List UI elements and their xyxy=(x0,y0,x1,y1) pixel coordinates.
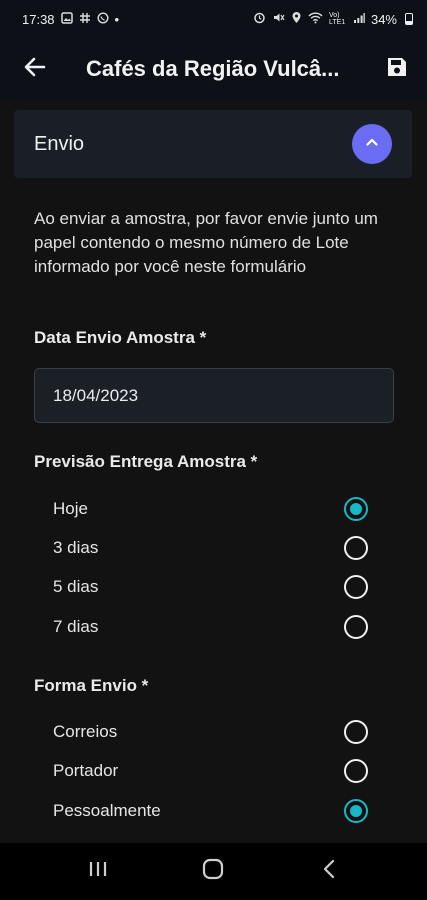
radio-button[interactable] xyxy=(344,536,368,560)
radio-button[interactable] xyxy=(344,720,368,744)
radio-label: Correios xyxy=(53,722,118,741)
date-field-label: Data Envio Amostra * xyxy=(34,328,207,347)
recents-button[interactable] xyxy=(68,843,128,900)
radio-option-correios[interactable]: Correios xyxy=(34,713,394,751)
radio-label: Pessoalmente xyxy=(53,801,161,820)
home-icon xyxy=(201,857,225,886)
whatsapp-icon xyxy=(97,11,109,27)
instructions-text: Ao enviar a amostra, por favor envie jun… xyxy=(34,209,378,276)
signal-icon xyxy=(353,12,365,27)
radio-label: 3 dias xyxy=(53,538,99,557)
home-button[interactable] xyxy=(183,843,243,900)
signal-label: Vo) LTE1 xyxy=(328,12,346,26)
section-header[interactable]: Envio xyxy=(14,110,412,178)
status-time: 17:38 xyxy=(22,11,55,27)
radio-button[interactable] xyxy=(344,759,368,783)
chevron-up-icon xyxy=(364,134,380,155)
nav-back-button[interactable] xyxy=(299,843,359,900)
mute-icon xyxy=(272,11,285,27)
form-content[interactable]: Envio Ao enviar a amostra, por favor env… xyxy=(0,100,427,843)
battery-percent: 34% xyxy=(370,11,397,27)
radio-option-5-dias[interactable]: 5 dias xyxy=(34,568,394,606)
collapse-button[interactable] xyxy=(352,124,392,164)
wifi-icon xyxy=(308,11,323,27)
radio-label: 5 dias xyxy=(53,577,99,596)
status-dot: • xyxy=(114,11,120,27)
status-left: 17:38 • xyxy=(22,12,253,27)
save-icon xyxy=(385,55,409,84)
radio-option-7-dias[interactable]: 7 dias xyxy=(34,608,394,646)
radio-label: 7 dias xyxy=(53,617,99,636)
radio-label: Portador xyxy=(53,761,119,780)
status-right: Vo) LTE1 34% xyxy=(253,11,413,27)
radio-button-checked[interactable] xyxy=(344,497,368,521)
radio-option-pessoalmente[interactable]: Pessoalmente xyxy=(34,792,394,830)
radio-option-3-dias[interactable]: 3 dias xyxy=(34,529,394,567)
app-bar: Cafés da Região Vulcâ... xyxy=(0,38,427,100)
radio-option-portador[interactable]: Portador xyxy=(34,752,394,790)
date-input[interactable]: 18/04/2023 xyxy=(34,368,394,423)
radio-option-hoje[interactable]: Hoje xyxy=(34,490,394,528)
hashtag-icon xyxy=(79,12,91,27)
forecast-field-label: Previsão Entrega Amostra * xyxy=(34,452,258,471)
radio-button[interactable] xyxy=(344,575,368,599)
date-value: 18/04/2023 xyxy=(53,385,139,405)
recents-icon xyxy=(87,860,109,883)
alarm-icon xyxy=(253,11,266,27)
shipping-field-label: Forma Envio * xyxy=(34,676,149,695)
arrow-left-icon xyxy=(24,56,46,83)
back-icon xyxy=(321,858,337,885)
status-bar: 17:38 • Vo) LTE1 34% xyxy=(0,0,427,38)
system-nav-bar xyxy=(0,843,427,900)
section-title: Envio xyxy=(34,132,85,155)
battery-icon xyxy=(405,13,413,25)
gallery-icon xyxy=(60,11,73,27)
page-title: Cafés da Região Vulcâ... xyxy=(86,56,340,81)
save-button[interactable] xyxy=(367,38,427,100)
radio-button-checked[interactable] xyxy=(344,799,368,823)
back-button[interactable] xyxy=(0,38,70,100)
location-icon xyxy=(291,11,302,27)
radio-button[interactable] xyxy=(344,615,368,639)
radio-label: Hoje xyxy=(53,499,88,518)
